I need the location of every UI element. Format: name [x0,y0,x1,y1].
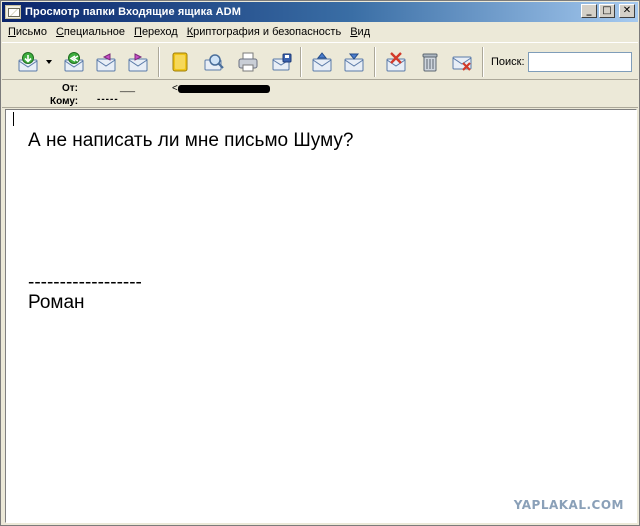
toolbar-separator [300,47,302,77]
trash-button[interactable] [416,48,444,76]
message-text-line: А не написать ли мне письмо Шуму? [28,130,354,151]
reply-button[interactable] [92,48,120,76]
print-button[interactable] [234,48,262,76]
delete-message-button[interactable] [382,48,410,76]
maximize-button[interactable]: □ [599,4,615,18]
reply-all-button[interactable] [60,48,88,76]
text-cursor [13,112,14,126]
window-title: Просмотр папки Входящие ящика ADM [25,6,241,18]
mark-junk-icon [452,56,472,71]
from-address[interactable]: < [172,83,178,94]
minimize-button[interactable]: _ [581,4,597,18]
reply-icon [96,53,116,72]
menu-view[interactable]: Вид [350,26,370,38]
find-button[interactable] [200,48,228,76]
close-button[interactable]: ✕ [619,4,635,18]
forward-icon [128,53,148,72]
window-controls: _ □ ✕ [581,4,635,18]
address-book-button[interactable] [166,48,194,76]
save-button[interactable] [268,48,296,76]
toolbar: Поиск: [2,42,638,80]
menu-crypto[interactable]: Криптография и безопасность [187,26,341,38]
menu-special-accel: С [55,25,64,38]
search-input[interactable] [528,52,632,72]
find-icon [204,54,224,71]
menu-message-label: исьмо [15,25,47,38]
title-bar[interactable]: Просмотр папки Входящие ящика ADM _ □ ✕ [2,2,638,22]
menu-bar: Письмо Специальное Переход Криптография … [2,22,638,41]
print-icon [238,52,258,72]
menu-message-accel: П [8,25,16,38]
menu-go-label: ереход [141,25,178,38]
signature-name: Роман [28,292,85,313]
menu-special[interactable]: Специальное [56,26,125,38]
save-icon [272,53,292,71]
junk-button[interactable] [448,48,476,76]
toolbar-separator [158,47,160,77]
watermark: YAPLAKAL.COM [513,498,624,512]
next-message-button[interactable] [340,48,368,76]
message-body[interactable]: А не написать ли мне письмо Шуму? ------… [5,109,637,523]
reply-all-icon [64,52,84,72]
address-book-icon [172,52,188,72]
from-name[interactable]: ___ [120,82,135,92]
move-down-icon [344,53,364,72]
menu-go-accel: П [134,25,142,38]
menu-view-accel: В [350,25,358,38]
to-value[interactable]: ----- [97,94,119,105]
toolbar-separator [482,47,484,77]
menu-special-label: пециальное [63,25,126,38]
mail-app-icon [5,5,21,19]
get-mail-icon [18,52,38,72]
redaction-mark [178,85,270,93]
menu-go[interactable]: Переход [134,26,178,38]
menu-message[interactable]: Письмо [8,26,47,38]
delete-message-icon [386,52,406,72]
move-up-icon [312,52,332,72]
previous-message-button[interactable] [308,48,336,76]
from-label: От: [62,83,79,94]
forward-button[interactable] [124,48,152,76]
menu-crypto-label: риптография и безопасность [193,25,342,38]
trash-icon [422,53,438,72]
to-label: Кому: [50,96,79,107]
message-header: От: ___ < Кому: ----- [2,81,638,108]
toolbar-separator [374,47,376,77]
search-label: Поиск: [491,56,525,68]
get-mail-dropdown-arrow[interactable] [46,60,52,64]
menu-view-label: ид [357,25,371,38]
message-viewer-window: Просмотр папки Входящие ящика ADM _ □ ✕ … [0,0,640,526]
signature-separator: ------------------ [28,272,142,293]
get-mail-button[interactable] [14,48,42,76]
